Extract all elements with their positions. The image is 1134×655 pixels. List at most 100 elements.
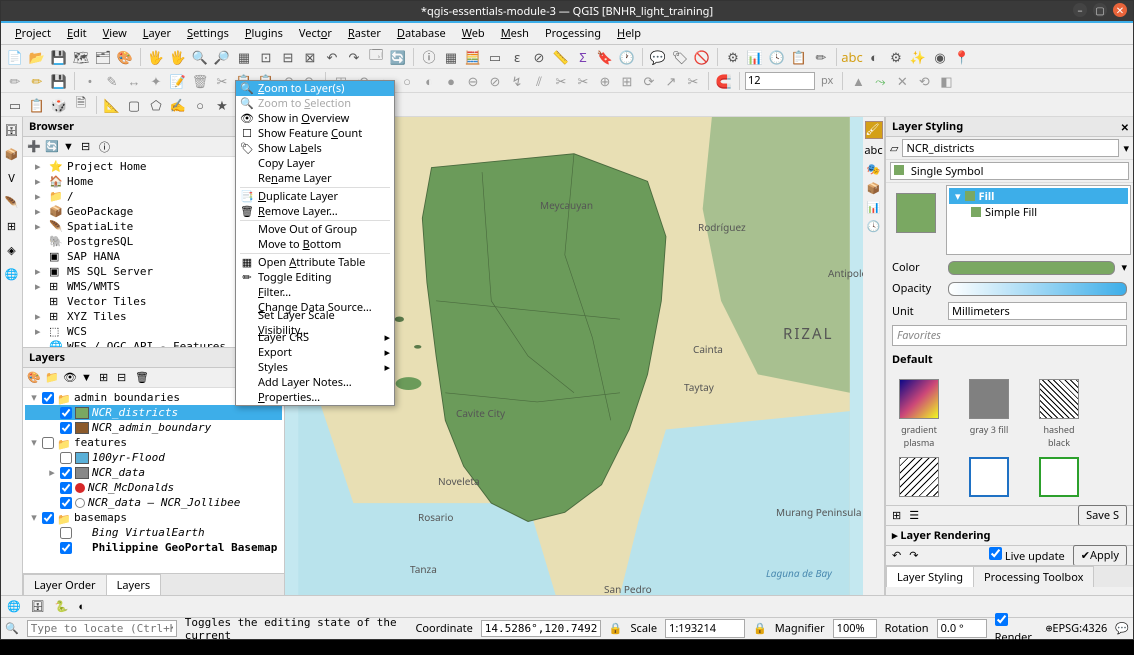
styling-undo-icon[interactable]: ↶ bbox=[892, 548, 901, 563]
zoom-out-icon[interactable]: 🔎 bbox=[212, 47, 232, 67]
text-annotation-icon[interactable]: 🏷 bbox=[670, 47, 690, 67]
zoom-native-icon[interactable]: ▦ bbox=[234, 47, 254, 67]
coord-input[interactable] bbox=[481, 620, 601, 637]
diagram-icon[interactable]: ◐ bbox=[864, 47, 884, 67]
history-tab-icon[interactable]: 🕓 bbox=[867, 219, 881, 234]
zoom-full-icon[interactable]: ⊡ bbox=[256, 47, 276, 67]
style-swatch[interactable] bbox=[964, 457, 1014, 497]
edit-in-place-icon[interactable]: ✏ bbox=[811, 47, 831, 67]
new-virtual-icon[interactable]: ◈ bbox=[3, 241, 21, 259]
context-menu-item[interactable]: Move Out of Group bbox=[236, 222, 394, 237]
select-tool-icon[interactable]: ▭ bbox=[5, 95, 25, 115]
trace-icon[interactable]: ⤳ bbox=[870, 71, 890, 91]
menu-processing[interactable]: Processing bbox=[537, 24, 609, 43]
rotate-symbols-icon[interactable]: ⟳ bbox=[639, 71, 659, 91]
new-map-view-icon[interactable]: 🗔 bbox=[366, 47, 386, 67]
styling-layer-select[interactable]: NCR_districts bbox=[902, 139, 1119, 157]
magnifier-input[interactable] bbox=[833, 619, 877, 638]
menu-settings[interactable]: Settings bbox=[179, 24, 237, 43]
symbol-fill-row[interactable]: ▾ Fill bbox=[949, 188, 1128, 204]
add-feature-icon[interactable]: • bbox=[80, 71, 100, 91]
context-menu-item[interactable]: Copy Layer bbox=[236, 156, 394, 171]
avoid-overlap-icon[interactable]: ◧ bbox=[936, 71, 956, 91]
menu-plugins[interactable]: Plugins bbox=[237, 24, 291, 43]
add-part-icon[interactable]: ◐ bbox=[419, 71, 439, 91]
scale-lock-icon[interactable]: 🔒 bbox=[753, 621, 767, 636]
layer-row[interactable]: ▾📁basemaps bbox=[25, 510, 282, 525]
map-tips-icon[interactable]: 💬 bbox=[648, 47, 668, 67]
select-radius-icon[interactable]: ○ bbox=[190, 95, 210, 115]
pan-selection-icon[interactable]: 🖐 bbox=[168, 47, 188, 67]
reshape-icon[interactable]: ↯ bbox=[507, 71, 527, 91]
layer-filter-icon[interactable]: ▼ bbox=[81, 370, 97, 386]
form-select2-icon[interactable]: 🗎 bbox=[71, 95, 91, 115]
layer-row[interactable]: Philippine GeoPortal Basemap bbox=[25, 540, 282, 555]
status-python-icon[interactable]: 🐍 bbox=[55, 599, 69, 614]
measure-icon[interactable]: 📏 bbox=[551, 47, 571, 67]
status-network-icon[interactable]: ◐ bbox=[78, 599, 85, 614]
menu-web[interactable]: Web bbox=[454, 24, 493, 43]
context-menu-item[interactable]: Properties… bbox=[236, 390, 394, 405]
deselect-icon[interactable]: ⊘ bbox=[529, 47, 549, 67]
context-menu-item[interactable]: 🗑Remove Layer… bbox=[236, 204, 394, 219]
menu-vector[interactable]: Vector bbox=[291, 24, 340, 43]
history-icon[interactable]: 🕓 bbox=[767, 47, 787, 67]
layer-row[interactable]: ▾📁features bbox=[25, 435, 282, 450]
split-features-icon[interactable]: ✂ bbox=[551, 71, 571, 91]
label-toggle-icon[interactable]: ◉ bbox=[930, 47, 950, 67]
context-menu-item[interactable]: Styles▸ bbox=[236, 360, 394, 375]
menu-layer[interactable]: Layer bbox=[135, 24, 179, 43]
coord-lock-icon[interactable]: 🔒 bbox=[609, 621, 623, 636]
masks-tab-icon[interactable]: 🎭 bbox=[867, 162, 881, 177]
opacity-slider[interactable] bbox=[948, 282, 1127, 296]
render-checkbox[interactable]: Render bbox=[995, 613, 1038, 645]
label-pin-icon[interactable]: 📍 bbox=[952, 47, 972, 67]
unit-select[interactable]: Millimeters bbox=[948, 302, 1127, 320]
new-bookmark-icon[interactable]: 🔖 bbox=[595, 47, 615, 67]
style-swatch[interactable] bbox=[894, 457, 944, 497]
cad-tools-icon[interactable]: 📐 bbox=[102, 95, 122, 115]
save-symbol-button[interactable]: Save S bbox=[1078, 505, 1127, 526]
split-parts-icon[interactable]: ✂ bbox=[573, 71, 593, 91]
save-project-icon[interactable]: 💾 bbox=[49, 47, 69, 67]
style-swatch[interactable]: gradient plasma bbox=[894, 379, 944, 449]
add-ring-icon[interactable]: ○ bbox=[397, 71, 417, 91]
new-spatialite-icon[interactable]: 🪶 bbox=[3, 193, 21, 211]
topological-editing-icon[interactable]: ▲ bbox=[848, 71, 868, 91]
layer-row[interactable]: ▸NCR_data bbox=[25, 465, 282, 480]
select-value-icon[interactable]: ε bbox=[507, 47, 527, 67]
results-viewer-icon[interactable]: 📋 bbox=[789, 47, 809, 67]
zoom-selection-icon[interactable]: ⊟ bbox=[278, 47, 298, 67]
new-shapefile-icon[interactable]: V bbox=[3, 169, 21, 187]
browser-refresh-icon[interactable]: 🔄 bbox=[45, 139, 61, 155]
context-menu-item[interactable]: ☐Show Feature Count bbox=[236, 126, 394, 141]
status-db-icon[interactable]: 🗄 bbox=[31, 599, 45, 614]
dropdown-chevron-icon[interactable]: ▾ bbox=[1123, 141, 1129, 156]
label-icon[interactable]: abc bbox=[842, 47, 862, 67]
3d-tab-icon[interactable]: 📦 bbox=[867, 181, 881, 196]
refresh-icon[interactable]: 🔄 bbox=[388, 47, 408, 67]
pan-icon[interactable]: 🖐 bbox=[146, 47, 166, 67]
status-globe-icon[interactable]: 🌐 bbox=[7, 599, 21, 614]
symbol-simple-fill-row[interactable]: Simple Fill bbox=[949, 204, 1128, 220]
context-menu-item[interactable]: 🏷Show Labels bbox=[236, 141, 394, 156]
context-menu-item[interactable]: 👁Show in Overview bbox=[236, 111, 394, 126]
context-menu-item[interactable]: Set Layer Scale Visibility… bbox=[236, 315, 394, 330]
layer-visibility-icon[interactable]: 👁 bbox=[63, 370, 79, 386]
layers-tree[interactable]: ▾📁admin boundariesNCR_districtsNCR_admin… bbox=[23, 388, 284, 573]
vertex-tool-icon[interactable]: ✦ bbox=[146, 71, 166, 91]
menu-view[interactable]: View bbox=[95, 24, 135, 43]
tab-layer-styling[interactable]: Layer Styling bbox=[886, 566, 974, 587]
self-snap-icon[interactable]: ⟲ bbox=[914, 71, 934, 91]
layer-row[interactable]: NCR_McDonalds bbox=[25, 480, 282, 495]
context-menu-item[interactable]: 📑Duplicate Layer bbox=[236, 189, 394, 204]
select-poly-icon[interactable]: ⬠ bbox=[146, 95, 166, 115]
cut-icon[interactable]: ✂ bbox=[212, 71, 232, 91]
wms-icon[interactable]: 🌐 bbox=[3, 265, 21, 283]
label-settings-icon[interactable]: ⚙ bbox=[886, 47, 906, 67]
trim-extend-icon[interactable]: ✂ bbox=[683, 71, 703, 91]
context-menu-item[interactable]: Move to Bottom bbox=[236, 237, 394, 252]
merge-features-icon[interactable]: ⊕ bbox=[595, 71, 615, 91]
new-project-icon[interactable]: 📄 bbox=[5, 47, 25, 67]
layer-row[interactable]: NCR_admin_boundary bbox=[25, 420, 282, 435]
